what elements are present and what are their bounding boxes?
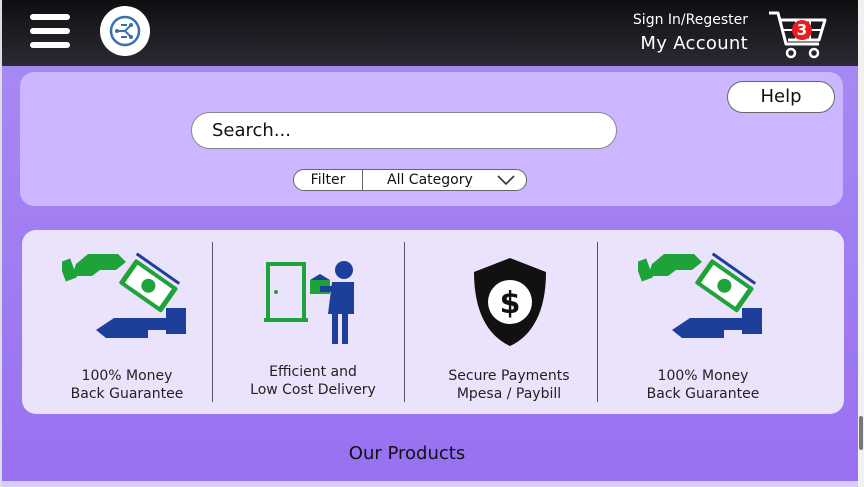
- filter-button[interactable]: Filter: [294, 170, 363, 190]
- svg-text:$: $: [500, 286, 521, 321]
- money-hand-icon: [62, 252, 186, 338]
- cart-button[interactable]: 3: [766, 8, 830, 62]
- divider: [404, 242, 405, 402]
- feature-line2: Mpesa / Paybill: [456, 386, 562, 402]
- signin-link[interactable]: Sign In/Regester: [633, 12, 748, 28]
- hamburger-icon[interactable]: [30, 14, 70, 48]
- feature-line2: Back Guarantee: [646, 386, 760, 402]
- category-select[interactable]: All Category: [363, 170, 526, 190]
- logo[interactable]: [100, 6, 150, 56]
- feature-money-back-2: 100% Money Back Guarantee: [608, 230, 798, 414]
- divider: [597, 242, 598, 402]
- help-button[interactable]: Help: [727, 81, 835, 113]
- category-value: All Category: [387, 172, 473, 188]
- page: Sign In/Regester My Account 3 Help Searc…: [0, 0, 860, 487]
- divider: [212, 242, 213, 402]
- money-hand-icon: [638, 252, 762, 338]
- circuit-brain-logo-icon: [109, 15, 141, 47]
- scrollbar-track[interactable]: [858, 0, 864, 487]
- feature-delivery: Efficient and Low Cost Delivery: [218, 230, 408, 414]
- feature-line1: Efficient and: [269, 364, 357, 380]
- feature-secure-payments: $ Secure Payments Mpesa / Paybill: [414, 230, 604, 414]
- feature-line1: 100% Money: [657, 368, 749, 384]
- chevron-down-icon: [497, 175, 515, 186]
- filter-bar: Filter All Category: [293, 169, 527, 191]
- products-heading: Our Products: [348, 443, 466, 464]
- top-nav-bar: Sign In/Regester My Account 3: [2, 0, 860, 66]
- product-list-edge: [2, 481, 860, 487]
- cart-count-badge: 3: [792, 20, 812, 40]
- delivery-door-icon: [264, 261, 354, 344]
- scrollbar-thumb[interactable]: [859, 416, 863, 450]
- feature-line1: 100% Money: [81, 368, 173, 384]
- my-account-link[interactable]: My Account: [640, 33, 748, 54]
- features-panel: 100% Money Back Guarantee Efficient and …: [22, 230, 844, 414]
- search-input[interactable]: Search...: [191, 112, 617, 149]
- feature-money-back: 100% Money Back Guarantee: [32, 230, 222, 414]
- search-panel: Help Search... Filter All Category: [20, 72, 843, 206]
- shield-dollar-icon: $: [474, 258, 546, 346]
- feature-line1: Secure Payments: [448, 368, 570, 384]
- feature-line2: Back Guarantee: [70, 386, 184, 402]
- feature-line2: Low Cost Delivery: [250, 382, 376, 398]
